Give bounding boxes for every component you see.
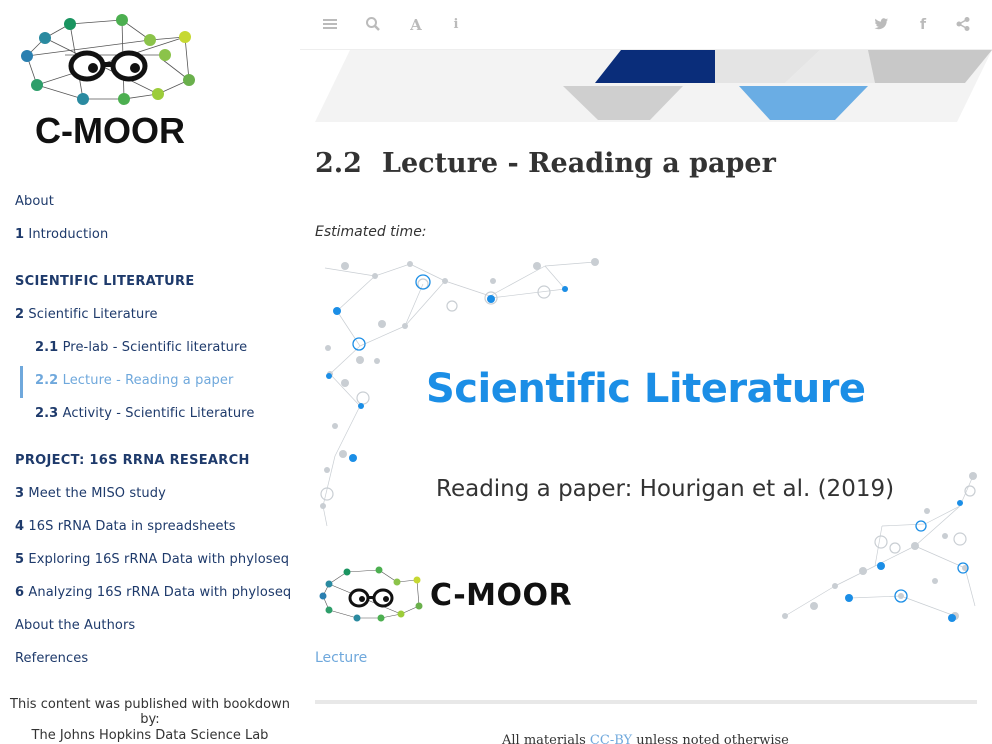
share-icon[interactable] [954, 16, 972, 34]
nav-item-about-authors[interactable]: About the Authors [15, 618, 135, 633]
slide-title: Scientific Literature [426, 366, 866, 412]
facebook-icon[interactable]: f [914, 16, 932, 34]
book-toolbar: A i f [300, 0, 992, 50]
slide-logo-text: C-MOOR [430, 578, 573, 613]
lecture-link[interactable]: Lecture [315, 650, 367, 666]
sidebar: C-MOOR About 1 Introduction SCIENTIFIC L… [0, 0, 300, 744]
nav-item-introduction[interactable]: 1 Introduction [15, 227, 108, 242]
twitter-icon[interactable] [872, 16, 890, 34]
nav-item-exploring-phyloseq[interactable]: 5 Exploring 16S rRNA Data with phyloseq [15, 552, 289, 567]
active-indicator [20, 366, 23, 398]
chapter-title-text: Lecture - Reading a paper [381, 148, 776, 179]
license-footer: All materials CC-BY unless noted otherwi… [502, 733, 789, 744]
nav-item-about[interactable]: About [15, 194, 54, 209]
footer-prefix: All materials [502, 733, 590, 744]
lecture-slide-image [319, 258, 977, 622]
nav-item-pre-lab[interactable]: 2.1 Pre-lab - Scientific literature [35, 340, 247, 355]
info-icon[interactable]: i [447, 16, 465, 34]
cmoor-logo[interactable]: C-MOOR [15, 10, 205, 150]
published-with-text: This content was published with bookdown… [10, 697, 290, 727]
font-icon[interactable]: A [407, 16, 425, 34]
slide-subtitle: Reading a paper: Hourigan et al. (2019) [436, 476, 895, 502]
nav-item-lecture-reading-paper[interactable]: 2.2 Lecture - Reading a paper [35, 373, 233, 388]
logo-text: C-MOOR [35, 110, 185, 150]
footer-divider [315, 700, 977, 704]
nav-section-project: PROJECT: 16S RRNA RESEARCH [15, 453, 250, 468]
nav-section-scientific-literature: SCIENTIFIC LITERATURE [15, 274, 195, 289]
menu-icon[interactable] [321, 16, 339, 34]
publisher-link[interactable]: The Johns Hopkins Data Science Lab [0, 728, 300, 743]
chapter-banner [315, 50, 992, 122]
nav-item-analyzing-phyloseq[interactable]: 6 Analyzing 16S rRNA Data with phyloseq [15, 585, 291, 600]
nav-item-scientific-literature[interactable]: 2 Scientific Literature [15, 307, 158, 322]
nav-item-references[interactable]: References [15, 651, 88, 666]
search-icon[interactable] [364, 16, 382, 34]
nav-item-spreadsheets[interactable]: 4 16S rRNA Data in spreadsheets [15, 519, 236, 534]
estimated-time: Estimated time: [315, 224, 427, 240]
nav-item-activity[interactable]: 2.3 Activity - Scientific Literature [35, 406, 254, 421]
nav-item-miso-study[interactable]: 3 Meet the MISO study [15, 486, 166, 501]
slide-cmoor-logo [319, 566, 423, 622]
chapter-number: 2.2 [315, 148, 362, 179]
page-title: 2.2 Lecture - Reading a paper [315, 148, 776, 179]
footer-suffix: unless noted otherwise [632, 733, 789, 744]
cc-by-link[interactable]: CC-BY [590, 733, 632, 744]
